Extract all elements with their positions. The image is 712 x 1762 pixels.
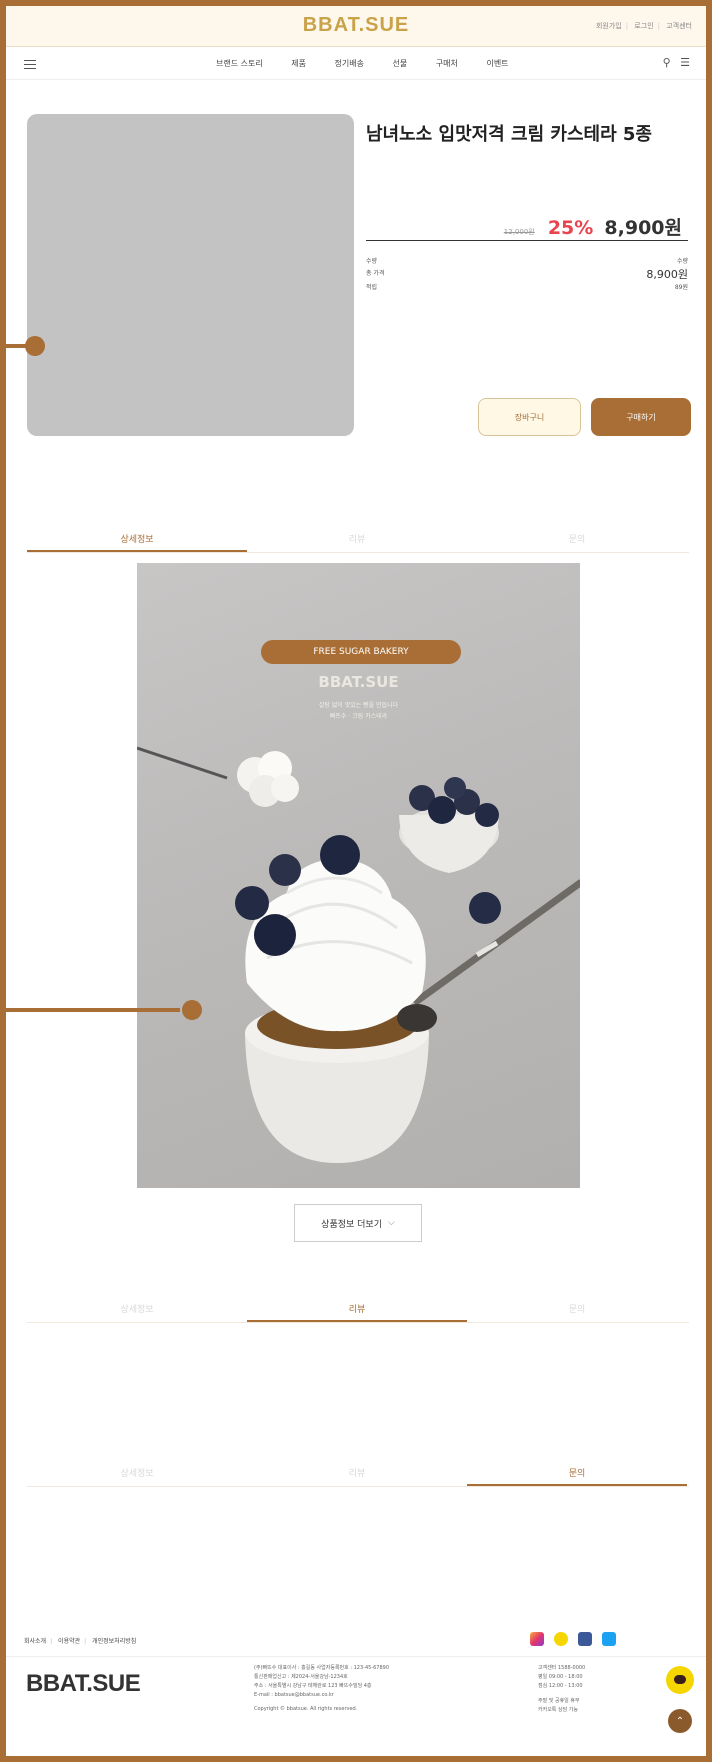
info-row-point: 적립 89원 bbox=[366, 284, 688, 291]
product-detail-image: FREE SUGAR BAKERY BBAT.SUE 설탕 없이 맛있는 빵을 … bbox=[137, 563, 580, 1188]
sale-price: 8,900원 bbox=[604, 217, 682, 239]
footer-logo: BBAT.SUE bbox=[26, 1670, 141, 1697]
footer-link-terms[interactable]: 이용약관 bbox=[58, 1638, 80, 1645]
original-price: 12,000원 bbox=[503, 228, 535, 236]
nav-item-gift[interactable]: 선물 bbox=[393, 59, 408, 68]
tab-detail[interactable]: 상세정보 bbox=[27, 532, 247, 552]
main-nav: 브랜드 스토리 제품 정기배송 선물 구매처 이벤트 ⚲ ☰ bbox=[6, 47, 706, 80]
tab-qna[interactable]: 문의 bbox=[467, 532, 687, 545]
tab-detail-2[interactable]: 상세정보 bbox=[27, 1302, 247, 1315]
chevron-down-icon: ⌵ bbox=[388, 1218, 395, 1228]
kakao-chat-button[interactable] bbox=[666, 1666, 694, 1694]
annotation-dot-2 bbox=[182, 1000, 202, 1020]
tab-bar-3: 상세정보 리뷰 문의 bbox=[27, 1466, 689, 1487]
instagram-icon[interactable] bbox=[530, 1632, 544, 1646]
tab-detail-3[interactable]: 상세정보 bbox=[27, 1466, 247, 1479]
footer-links: 회사소개 | 이용약관 | 개인정보처리방침 bbox=[24, 1638, 137, 1645]
cs-info: 고객센터 1588-0000 평일 09:00 - 18:00 점심 12:00… bbox=[538, 1665, 586, 1713]
scroll-top-icon[interactable]: ⌃ bbox=[668, 1709, 692, 1733]
utility-link-cs[interactable]: 고객센터 bbox=[666, 22, 692, 30]
tab-qna-2[interactable]: 문의 bbox=[467, 1302, 687, 1315]
detail-subtitle: 설탕 없이 맛있는 빵을 만듭니다 bbox=[318, 702, 399, 709]
search-icon[interactable]: ⚲ bbox=[663, 56, 671, 69]
detail-logo: BBAT.SUE bbox=[318, 673, 399, 691]
sns-icons bbox=[530, 1631, 621, 1650]
annotation-dot-1 bbox=[25, 336, 45, 356]
nav-item-subscription[interactable]: 정기배송 bbox=[335, 59, 364, 68]
utility-links: 회원가입 | 로그인 | 고객센터 bbox=[595, 22, 692, 30]
info-row-total: 총 가격 8,900원 bbox=[366, 268, 688, 281]
annotation-line-2 bbox=[0, 1008, 180, 1012]
footer-link-privacy[interactable]: 개인정보처리방침 bbox=[92, 1638, 136, 1645]
cart-icon[interactable]: ☰ bbox=[680, 56, 690, 69]
tab-review[interactable]: 리뷰 bbox=[247, 532, 467, 545]
footer-link-about[interactable]: 회사소개 bbox=[24, 1638, 46, 1645]
product-image-placeholder bbox=[27, 114, 354, 436]
tab-qna-3[interactable]: 문의 bbox=[467, 1466, 687, 1486]
nav-item-brand[interactable]: 브랜드 스토리 bbox=[216, 59, 263, 68]
nav-item-store[interactable]: 구매처 bbox=[436, 59, 458, 68]
price-row: 12,000원 25% 8,900원 bbox=[504, 213, 682, 240]
add-to-cart-button[interactable]: 장바구니 bbox=[478, 398, 581, 436]
buy-now-button[interactable]: 구매하기 bbox=[591, 398, 691, 436]
menu-icon[interactable] bbox=[24, 60, 36, 69]
company-info: (주)빠뜨수 대표이사 : 홍길동 사업자등록번호 : 123-45-67890… bbox=[254, 1665, 390, 1712]
info-row-quantity: 수량 수량 bbox=[366, 258, 688, 265]
kakao-icon[interactable] bbox=[554, 1632, 569, 1646]
product-title: 남녀노소 입맛저격 크림 카스테라 5종 bbox=[366, 124, 652, 145]
twitter-icon[interactable] bbox=[602, 1632, 617, 1646]
more-info-button[interactable]: 상품정보 더보기 ⌵ bbox=[294, 1204, 422, 1242]
detail-subtitle-2: 빠뜨수 · 크림 카스테라 bbox=[329, 713, 388, 720]
footer-top: 회사소개 | 이용약관 | 개인정보처리방침 bbox=[6, 1624, 706, 1657]
page-frame: BBAT.SUE 회원가입 | 로그인 | 고객센터 브랜드 스토리 제품 정기배송… bbox=[0, 0, 712, 1762]
tab-bar-2: 상세정보 리뷰 문의 bbox=[27, 1302, 689, 1323]
facebook-icon[interactable] bbox=[578, 1632, 593, 1646]
utility-link-login[interactable]: 로그인 bbox=[634, 22, 653, 30]
detail-banner: FREE SUGAR BAKERY bbox=[261, 640, 461, 664]
top-bar: BBAT.SUE 회원가입 | 로그인 | 고객센터 bbox=[6, 6, 706, 47]
tab-review-2[interactable]: 리뷰 bbox=[247, 1302, 467, 1322]
nav-items: 브랜드 스토리 제품 정기배송 선물 구매처 이벤트 bbox=[216, 58, 535, 69]
tab-review-3[interactable]: 리뷰 bbox=[247, 1466, 467, 1479]
nav-item-event[interactable]: 이벤트 bbox=[486, 59, 508, 68]
nav-item-products[interactable]: 제품 bbox=[291, 59, 306, 68]
price-divider bbox=[366, 240, 688, 241]
discount-rate: 25% bbox=[547, 217, 594, 239]
utility-link-signup[interactable]: 회원가입 bbox=[596, 22, 622, 30]
tab-bar-1: 상세정보 리뷰 문의 bbox=[27, 532, 689, 553]
